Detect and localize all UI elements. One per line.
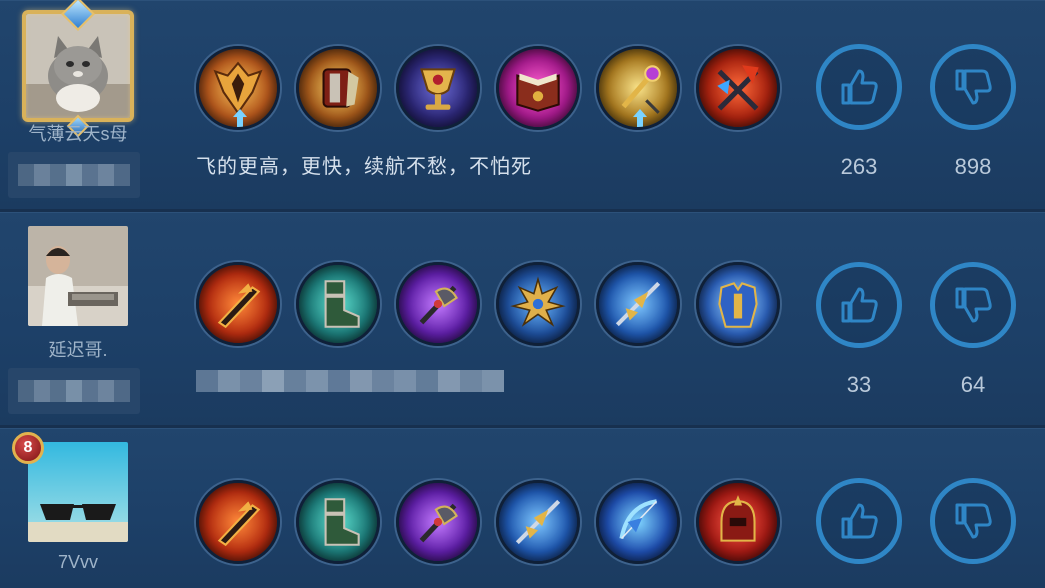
item-red-helmet-icon[interactable] [696, 480, 780, 564]
comment-text: 飞的更高，更快，续航不愁，不怕死 [196, 156, 532, 178]
thumbs-up-icon [841, 69, 878, 105]
comment-row: 8 7Vvv [0, 428, 1045, 588]
man-avatar-image [28, 226, 128, 326]
level-badge: 8 [12, 432, 44, 464]
item-flame-sword-icon[interactable] [196, 480, 280, 564]
item-flame-sword-icon[interactable] [196, 262, 280, 346]
dislike-button[interactable] [930, 262, 1016, 348]
item-golden-wing-armor-icon[interactable] [196, 46, 280, 130]
equipment-list [196, 262, 780, 346]
item-blue-armor-icon[interactable] [696, 262, 780, 346]
username[interactable]: 气薄云天s母 [0, 120, 156, 146]
comment-row: 延迟哥. 33 64 [0, 212, 1045, 428]
item-purple-axe-icon[interactable] [396, 262, 480, 346]
dislike-button[interactable] [930, 44, 1016, 130]
item-spell-book-icon[interactable] [496, 46, 580, 130]
avatar[interactable] [28, 226, 128, 326]
username[interactable]: 7Vvv [0, 552, 156, 573]
avatar[interactable] [22, 0, 134, 138]
blurred-rank-badge [8, 152, 140, 198]
blurred-rank-badge [8, 368, 140, 414]
item-purple-axe-icon[interactable] [396, 480, 480, 564]
avatar[interactable]: 8 [12, 432, 128, 542]
thumbs-down-icon [955, 69, 992, 105]
username[interactable]: 延迟哥. [0, 336, 156, 362]
like-count: 33 [846, 372, 872, 397]
upgrade-arrow-icon [233, 109, 247, 127]
item-golden-goblet-icon[interactable] [396, 46, 480, 130]
like-count: 263 [840, 154, 878, 179]
like-button[interactable] [816, 262, 902, 348]
blurred-comment-text [196, 370, 504, 392]
comment-row: 气薄云天s母 飞的更高，更快，续航不愁，不怕死 263 898 [0, 0, 1045, 212]
thumbs-up-icon [841, 503, 878, 539]
like-button[interactable] [816, 478, 902, 564]
thumbs-down-icon [955, 287, 992, 323]
equipment-list [196, 480, 780, 564]
item-green-boots-icon[interactable] [296, 480, 380, 564]
item-red-cape-armor-icon[interactable] [296, 46, 380, 130]
item-golden-trident-icon[interactable] [496, 480, 580, 564]
like-button[interactable] [816, 44, 902, 130]
item-golden-scepter-icon[interactable] [596, 46, 680, 130]
item-red-crossed-blades-icon[interactable] [696, 46, 780, 130]
dislike-count: 64 [960, 372, 986, 397]
item-golden-trident-icon[interactable] [496, 262, 580, 346]
thumbs-up-icon [841, 287, 878, 323]
item-blue-bow-icon[interactable] [596, 480, 680, 564]
item-green-boots-icon[interactable] [296, 262, 380, 346]
dislike-button[interactable] [930, 478, 1016, 564]
dislike-count: 898 [954, 154, 992, 179]
upgrade-arrow-icon [633, 109, 647, 127]
item-blue-spear-icon[interactable] [596, 262, 680, 346]
thumbs-down-icon [955, 503, 992, 539]
sunglasses-avatar-image [28, 442, 128, 542]
equipment-list [196, 46, 780, 130]
